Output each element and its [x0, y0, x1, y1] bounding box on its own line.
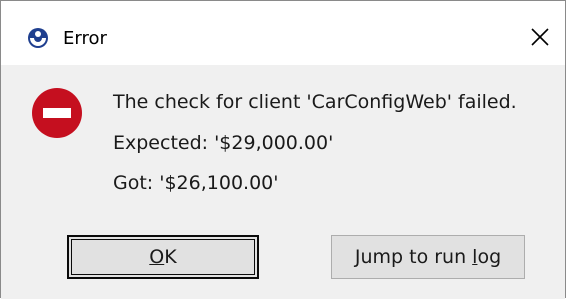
dialog-body: The check for client 'CarConfigWeb' fail… [1, 65, 565, 299]
message-line-1: The check for client 'CarConfigWeb' fail… [113, 91, 517, 113]
close-icon [531, 28, 549, 46]
ok-button-focus-ring: OK [71, 239, 255, 275]
jump-pre: Jump to run [354, 246, 473, 268]
close-button[interactable] [515, 11, 565, 63]
message-line-3: Got: '$26,100.00' [113, 172, 279, 194]
message-line-2: Expected: '$29,000.00' [113, 132, 334, 154]
ok-button[interactable]: OK [67, 235, 259, 279]
jump-post: og [477, 246, 502, 268]
error-dialog: Error The check for client 'CarConfigWeb… [0, 0, 566, 299]
title-bar: Error [1, 1, 565, 65]
error-icon [31, 87, 83, 139]
app-logo-icon [27, 27, 49, 49]
window-title: Error [63, 28, 107, 49]
ok-mnemonic: O [149, 246, 165, 268]
jump-button-label: Jump to run log [355, 246, 501, 268]
ok-button-label: OK [149, 246, 176, 268]
ok-rest: K [164, 246, 177, 268]
jump-to-run-log-button[interactable]: Jump to run log [331, 235, 525, 279]
